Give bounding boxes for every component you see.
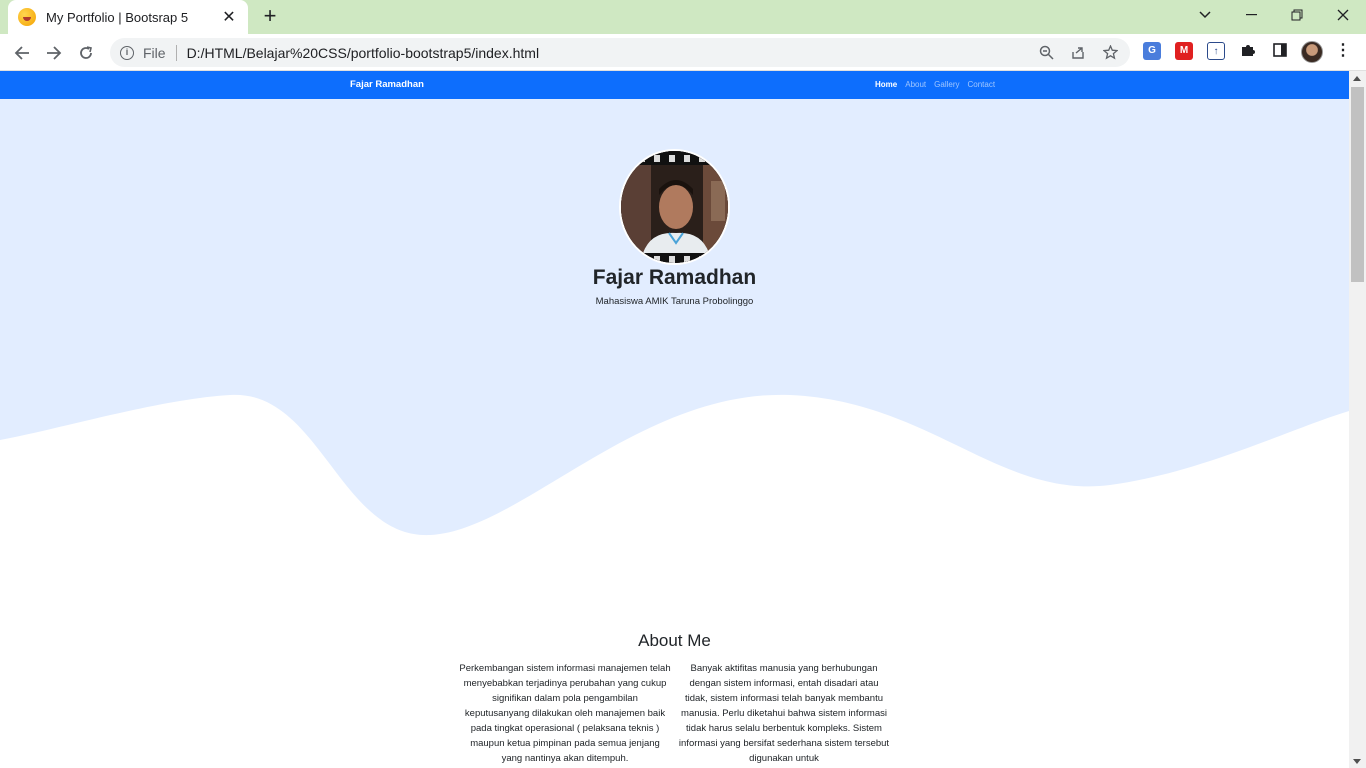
address-bar[interactable]: i File D:/HTML/Belajar%20CSS/portfolio-b… (110, 38, 1130, 67)
nav-link-home[interactable]: Home (875, 80, 897, 89)
restore-button[interactable] (1274, 0, 1320, 30)
profile-avatar[interactable] (1301, 41, 1323, 63)
nav-link-gallery[interactable]: Gallery (934, 80, 959, 89)
new-tab-button[interactable]: + (259, 5, 281, 27)
hero-wave (0, 394, 1349, 539)
tab-title: My Portfolio | Bootsrap 5 (46, 9, 189, 25)
side-panel-icon[interactable] (1271, 42, 1289, 60)
tab-search-icon[interactable] (1182, 0, 1228, 30)
browser-tab[interactable]: My Portfolio | Bootsrap 5 ✕ (8, 0, 248, 34)
page-scrollbar[interactable] (1349, 71, 1366, 768)
close-window-button[interactable] (1320, 0, 1366, 30)
extensions-puzzle-icon[interactable] (1239, 42, 1257, 60)
forward-arrow-icon[interactable] (41, 40, 67, 66)
mendeley-extension-icon[interactable]: M (1175, 42, 1193, 60)
emoji-favicon-icon (18, 8, 36, 26)
nav-link-contact[interactable]: Contact (967, 80, 995, 89)
hero-section: Fajar Ramadhan Mahasiswa AMIK Taruna Pro… (0, 99, 1349, 539)
upload-extension-icon[interactable]: ↑ (1207, 42, 1225, 60)
profile-photo (619, 149, 730, 265)
browser-titlebar: My Portfolio | Bootsrap 5 ✕ + (0, 0, 1366, 34)
browser-toolbar: i File D:/HTML/Belajar%20CSS/portfolio-b… (0, 34, 1366, 71)
navbar-brand[interactable]: Fajar Ramadhan (350, 79, 424, 90)
share-icon[interactable] (1070, 45, 1086, 61)
tab-close-icon[interactable]: ✕ (220, 7, 238, 27)
page-viewport: Fajar Ramadhan Home About Gallery Contac… (0, 71, 1349, 768)
navbar-links: Home About Gallery Contact (875, 80, 995, 89)
bookmark-star-icon[interactable] (1101, 44, 1119, 61)
hero-name: Fajar Ramadhan (592, 266, 757, 289)
translate-extension-icon[interactable]: G (1143, 42, 1161, 60)
site-navbar: Fajar Ramadhan Home About Gallery Contac… (0, 71, 1349, 99)
scroll-down-icon[interactable] (1353, 759, 1361, 764)
back-arrow-icon[interactable] (9, 40, 35, 66)
minimize-button[interactable] (1228, 0, 1274, 30)
file-scheme-label: File (143, 44, 177, 61)
scrollbar-thumb[interactable] (1351, 87, 1364, 282)
nav-link-about[interactable]: About (905, 80, 926, 89)
about-title: About Me (638, 631, 711, 650)
url-text[interactable]: D:/HTML/Belajar%20CSS/portfolio-bootstra… (187, 45, 540, 61)
reload-icon[interactable] (73, 40, 99, 66)
about-paragraph-right: Banyak aktifitas manusia yang berhubunga… (678, 663, 890, 764)
about-paragraph-left: Perkembangan sistem informasi manajemen … (459, 663, 671, 764)
hero-subtitle: Mahasiswa AMIK Taruna Probolinggo (595, 296, 754, 307)
scroll-up-icon[interactable] (1353, 76, 1361, 81)
menu-kebab-icon[interactable]: ⋮ (1335, 42, 1351, 60)
site-info-icon[interactable]: i (120, 45, 134, 60)
zoom-icon[interactable] (1038, 45, 1054, 61)
